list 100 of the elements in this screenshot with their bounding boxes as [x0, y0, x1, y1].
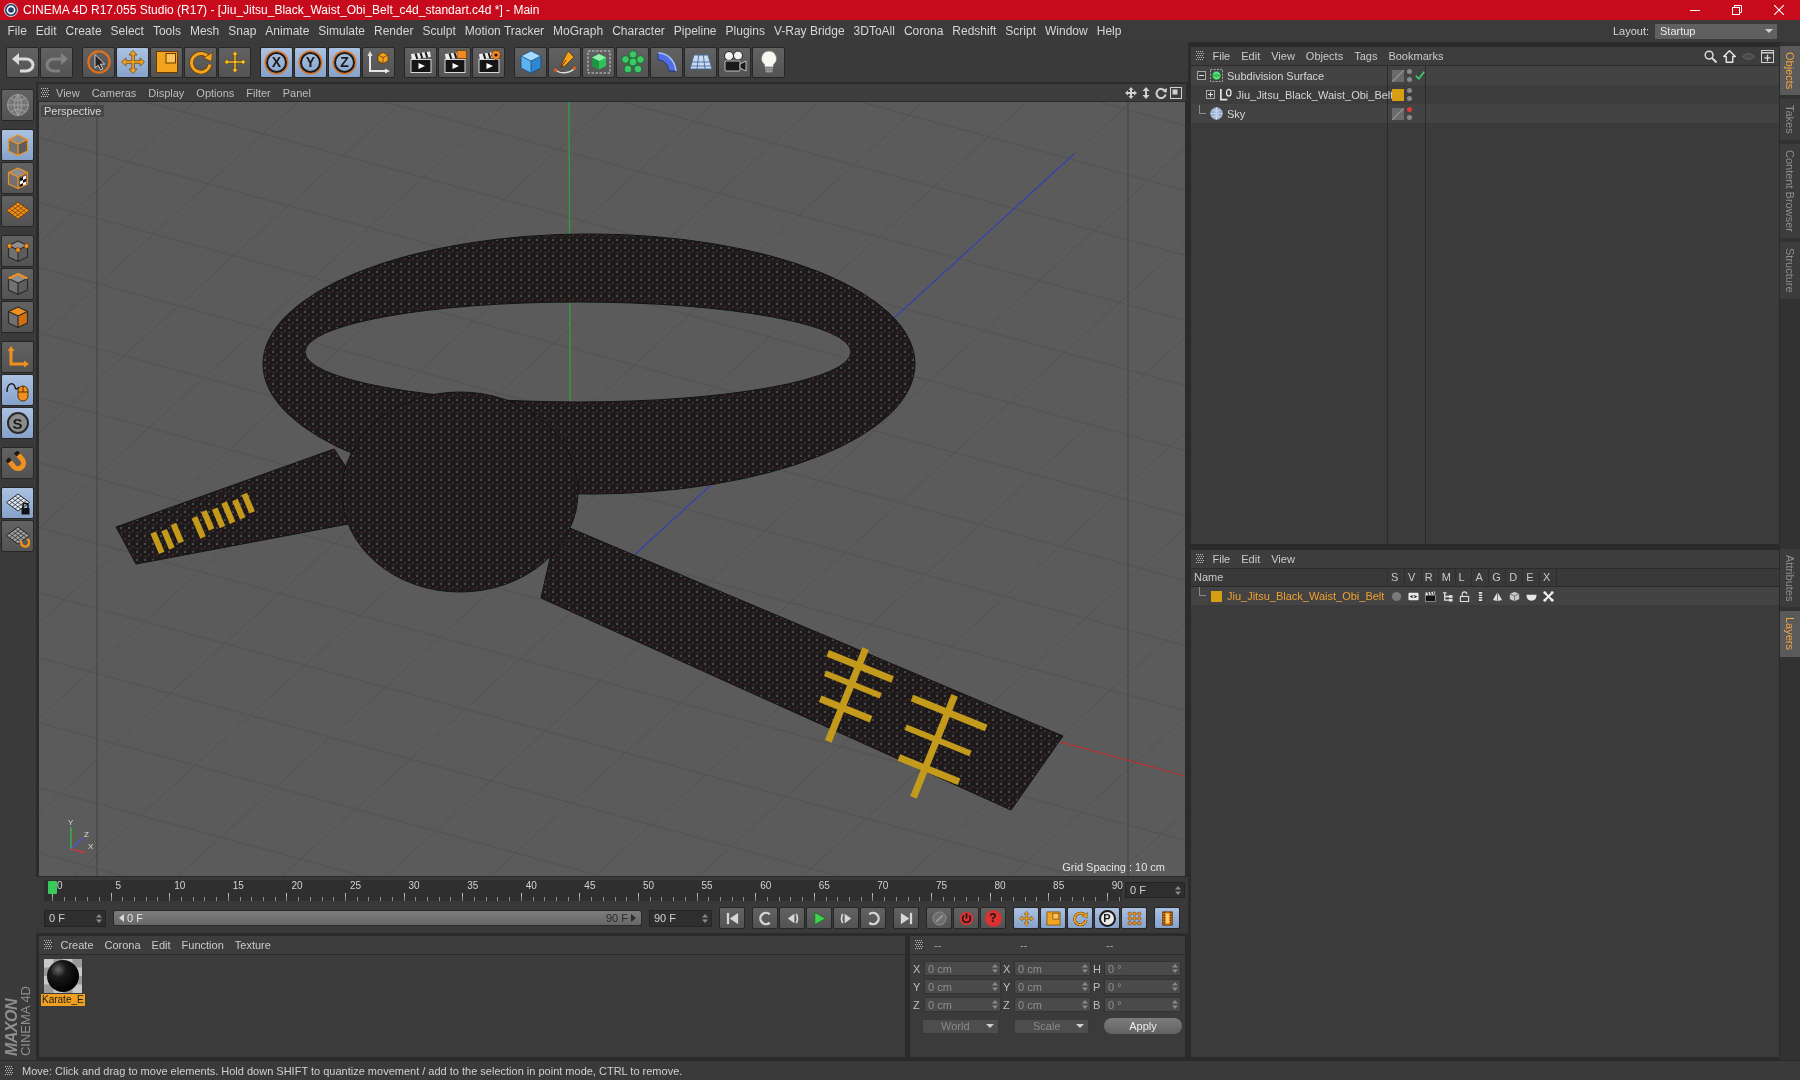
polygons-mode-button[interactable] [1, 301, 34, 333]
menu-item[interactable]: Character [607, 24, 670, 38]
pan-icon[interactable] [1125, 86, 1137, 99]
search-icon[interactable] [1704, 49, 1717, 63]
object-row[interactable]: Sky [1191, 104, 1779, 123]
dolly-icon[interactable] [1140, 86, 1152, 99]
menu-item[interactable]: Display [142, 86, 191, 99]
go-to-start-button[interactable] [719, 907, 745, 929]
solo-dot-icon[interactable] [1390, 590, 1402, 602]
edges-mode-button[interactable] [1, 268, 34, 300]
menu-item[interactable]: File [1207, 553, 1236, 565]
menu-item[interactable]: Script [1000, 24, 1041, 38]
grip-icon[interactable] [1196, 51, 1205, 61]
range-slider[interactable]: 0 F 90 F [113, 910, 642, 926]
grip-icon[interactable] [1196, 554, 1205, 564]
snap-button[interactable]: S [1, 407, 34, 439]
play-button[interactable] [806, 907, 832, 929]
autokey-button[interactable] [953, 907, 979, 929]
visibility-dot-icon[interactable] [1407, 88, 1412, 93]
collapse-icon[interactable] [1197, 71, 1206, 80]
belt-model-drawing[interactable] [115, 233, 1064, 811]
layout-dropdown[interactable]: Startup [1655, 23, 1777, 39]
menu-item[interactable]: Corona [99, 939, 147, 951]
render-picture-button[interactable] [438, 46, 471, 78]
start-frame-field[interactable]: 0 F [44, 909, 106, 927]
check-icon[interactable] [1415, 71, 1425, 80]
camera-button[interactable] [718, 46, 751, 78]
render-settings-button[interactable] [472, 46, 505, 78]
lock-workplane-button[interactable] [1, 487, 34, 519]
column-header[interactable]: R [1421, 569, 1439, 586]
menu-item[interactable]: Texture [229, 939, 277, 951]
menu-item[interactable]: Panel [276, 86, 317, 99]
menu-item[interactable]: Function [176, 939, 230, 951]
live-selection-button[interactable] [82, 46, 115, 78]
grip-icon[interactable] [5, 1065, 14, 1076]
column-header[interactable]: G [1489, 569, 1507, 586]
points-mode-button[interactable] [1, 235, 34, 267]
caret-left-icon[interactable] [119, 914, 124, 922]
point-key-button[interactable] [1121, 907, 1147, 929]
menu-item[interactable]: Sculpt [417, 24, 461, 38]
xref-icon[interactable] [1542, 590, 1554, 602]
menu-item[interactable]: Help [1092, 24, 1126, 38]
playhead[interactable] [47, 880, 57, 894]
menu-item[interactable]: Edit [31, 24, 62, 38]
caret-right-icon[interactable] [631, 914, 636, 922]
menu-item[interactable]: Create [55, 939, 100, 951]
pen-button[interactable] [548, 46, 581, 78]
lock-icon[interactable] [1458, 590, 1470, 602]
axis-lock-button[interactable]: Z [328, 46, 361, 78]
visibility-dot-icon[interactable] [1407, 115, 1412, 120]
cloner-button[interactable] [616, 46, 649, 78]
object-row[interactable]: Subdivision Surface [1191, 66, 1779, 85]
hierarchy-icon[interactable] [1441, 590, 1453, 602]
scale-button[interactable] [150, 46, 183, 78]
coordinate-system-button[interactable] [362, 46, 395, 78]
visibility-dot-icon[interactable] [1407, 69, 1412, 74]
next-key-button[interactable] [860, 907, 886, 929]
menu-item[interactable]: Tags [1348, 50, 1383, 62]
column-header[interactable]: X [1540, 569, 1557, 586]
timeline-button[interactable] [1154, 907, 1180, 929]
menu-item[interactable]: Edit [1235, 50, 1266, 62]
cube-icon[interactable] [1509, 590, 1521, 602]
maximize-icon[interactable] [1170, 86, 1182, 99]
light-button[interactable] [752, 46, 785, 78]
grip-icon[interactable] [41, 87, 50, 98]
hatched-swatch-icon[interactable] [1392, 69, 1404, 82]
menu-item[interactable]: Bookmarks [1382, 50, 1449, 62]
menu-item[interactable]: Options [190, 86, 241, 99]
next-frame-button[interactable] [833, 907, 859, 929]
keyframe-selection-button[interactable]: ? [980, 907, 1006, 929]
record-button[interactable] [926, 907, 952, 929]
column-header[interactable]: L [1455, 569, 1473, 586]
menu-item[interactable]: Window [1040, 24, 1093, 38]
position-key-button[interactable] [1013, 907, 1039, 929]
layer-swatch-icon[interactable] [1392, 88, 1404, 101]
layer-name[interactable]: Jiu_Jitsu_Black_Waist_Obi_Belt [1227, 590, 1385, 602]
floor-button[interactable] [684, 46, 717, 78]
menu-item[interactable]: File [3, 24, 32, 38]
column-header[interactable]: E [1523, 569, 1540, 586]
visibility-dot-icon[interactable] [1407, 96, 1412, 101]
timeline-ruler[interactable]: 0 5 10 15 20 25 30 35 40 45 50 55 60 65 70 75 80 85 90 [44, 879, 1122, 901]
menu-item[interactable]: Render [369, 24, 418, 38]
menu-item[interactable]: Animate [260, 24, 314, 38]
magnet-button[interactable] [1, 447, 34, 479]
menu-item[interactable]: Plugins [721, 24, 770, 38]
previous-key-button[interactable] [752, 907, 778, 929]
menu-item[interactable]: Cameras [85, 86, 143, 99]
parameter-key-button[interactable]: P [1094, 907, 1120, 929]
visibility-dot-icon[interactable] [1407, 107, 1412, 112]
material-name[interactable]: Karate_E [41, 994, 85, 1006]
column-header[interactable]: D [1506, 569, 1524, 586]
make-editable-button[interactable] [1, 89, 34, 121]
render-view-button[interactable] [404, 46, 437, 78]
axis-lock-button[interactable]: Y [294, 46, 327, 78]
bend-button[interactable] [650, 46, 683, 78]
menu-item[interactable]: Edit [146, 939, 177, 951]
grip-icon[interactable] [44, 940, 53, 950]
subdivision-button[interactable] [582, 46, 615, 78]
column-header[interactable]: A [1472, 569, 1490, 586]
layer-swatch-icon[interactable] [1211, 590, 1222, 602]
